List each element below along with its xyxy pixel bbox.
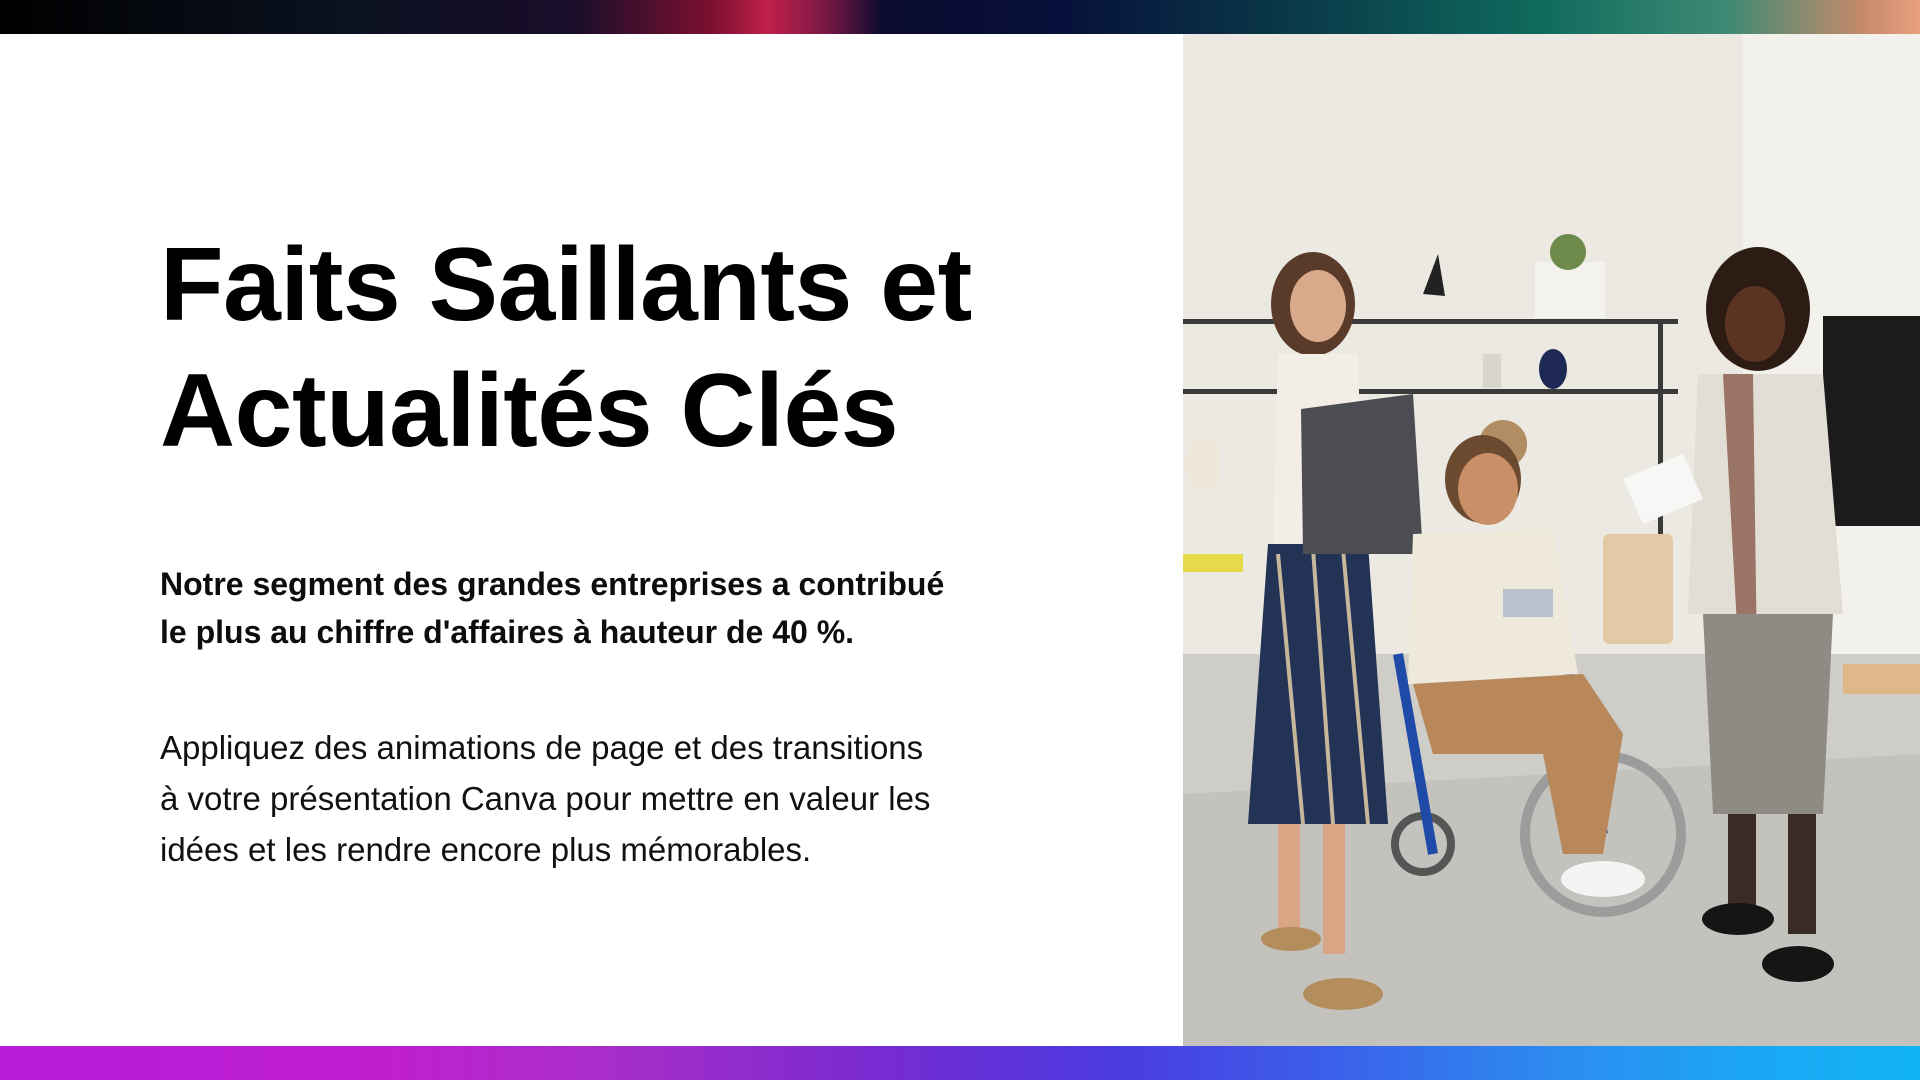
top-gradient-bar bbox=[0, 0, 1920, 34]
highlight-statement: Notre segment des grandes entreprises a … bbox=[160, 560, 1040, 656]
slide-title-line-1: Faits Saillants et bbox=[160, 227, 972, 343]
text-panel bbox=[0, 34, 1183, 1046]
office-photo-illustration bbox=[1183, 34, 1920, 1046]
body-paragraph: Appliquez des animations de page et des … bbox=[160, 722, 1040, 875]
body-line-2: à votre présentation Canva pour mettre e… bbox=[160, 780, 931, 817]
highlight-line-1: Notre segment des grandes entreprises a … bbox=[160, 566, 945, 602]
highlight-line-2: le plus au chiffre d'affaires à hauteur … bbox=[160, 614, 855, 650]
body-line-1: Appliquez des animations de page et des … bbox=[160, 729, 924, 766]
bottom-gradient-bar bbox=[0, 1046, 1920, 1080]
slide-title-line-2: Actualités Clés bbox=[160, 353, 899, 469]
office-photo bbox=[1183, 34, 1920, 1046]
slide-title: Faits Saillants et Actualités Clés bbox=[160, 222, 1060, 474]
body-line-3: idées et les rendre encore plus mémorabl… bbox=[160, 831, 812, 868]
